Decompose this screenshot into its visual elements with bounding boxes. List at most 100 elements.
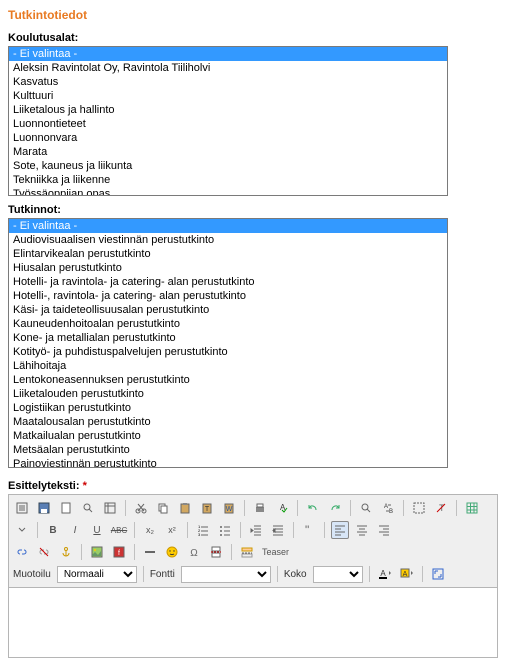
separator [297,500,298,516]
align-left-icon[interactable] [331,521,349,539]
size-select[interactable] [313,566,363,583]
paste-icon[interactable] [176,499,194,517]
remove-format-icon[interactable]: T [432,499,450,517]
special-char-icon[interactable]: Ω [185,543,203,561]
hr-icon[interactable] [141,543,159,561]
section-title: Tutkintotiedot [8,8,506,22]
italic-button[interactable]: I [66,521,84,539]
separator [81,544,82,560]
chevron-down-icon[interactable] [13,521,31,539]
svg-text:A: A [402,571,407,578]
paste-word-icon[interactable]: W [220,499,238,517]
source-icon[interactable] [13,499,31,517]
font-select[interactable] [181,566,271,583]
quote-icon[interactable]: " [300,521,318,539]
select-all-icon[interactable] [410,499,428,517]
numbered-list-icon[interactable]: 123 [194,521,212,539]
list-item[interactable]: Liiketalous ja hallinto [9,103,447,117]
list-item[interactable]: Aleksin Ravintolat Oy, Ravintola Tiiliho… [9,61,447,75]
save-icon[interactable] [35,499,53,517]
list-item[interactable]: Liiketalouden perustutkinto [9,387,447,401]
list-item[interactable]: Metsäalan perustutkinto [9,443,447,457]
smiley-icon[interactable] [163,543,181,561]
align-center-icon[interactable] [353,521,371,539]
superscript-button[interactable]: x² [163,521,181,539]
list-item[interactable]: Kauneudenhoitoalan perustutkinto [9,317,447,331]
editor-body[interactable] [8,588,498,658]
separator [350,500,351,516]
list-item[interactable]: Sote, kauneus ja liikunta [9,159,447,173]
find-icon[interactable] [357,499,375,517]
unlink-icon[interactable] [35,543,53,561]
list-item[interactable]: Matkailualan perustutkinto [9,429,447,443]
outdent-icon[interactable] [247,521,265,539]
list-item[interactable]: Painoviestinnän perustutkinto [9,457,447,468]
separator [134,544,135,560]
preview-icon[interactable] [79,499,97,517]
undo-icon[interactable] [304,499,322,517]
list-item[interactable]: Käsi- ja taideteollisuusalan perustutkin… [9,303,447,317]
esittely-label: Esittelyteksti: * [8,480,498,492]
subscript-button[interactable]: x₂ [141,521,159,539]
list-item[interactable]: Kulttuuri [9,89,447,103]
templates-icon[interactable] [101,499,119,517]
separator [422,566,423,582]
separator [37,522,38,538]
replace-icon[interactable]: AB [379,499,397,517]
anchor-icon[interactable] [57,543,75,561]
redo-icon[interactable] [326,499,344,517]
list-item[interactable]: Työssäoppijan opas [9,187,447,196]
separator [125,500,126,516]
list-item[interactable]: Maatalousalan perustutkinto [9,415,447,429]
flash-icon[interactable]: f [110,543,128,561]
font-label: Fontti [150,569,175,580]
list-item[interactable]: Logistiikan perustutkinto [9,401,447,415]
list-item[interactable]: Lentokoneasennuksen perustutkinto [9,373,447,387]
tutkinnot-label: Tutkinnot: [8,204,506,216]
strike-button[interactable]: ABC [110,521,128,539]
list-item[interactable]: Luonnonvara [9,131,447,145]
list-item[interactable]: Hiusalan perustutkinto [9,261,447,275]
list-item[interactable]: Tekniikka ja liikenne [9,173,447,187]
text-color-icon[interactable]: A [376,565,394,583]
align-right-icon[interactable] [375,521,393,539]
page-break-icon[interactable] [207,543,225,561]
koulutusalat-listbox[interactable]: - Ei valintaa -Aleksin Ravintolat Oy, Ra… [8,46,448,196]
list-item[interactable]: Hotelli- ja ravintola- ja catering- alan… [9,275,447,289]
image-icon[interactable] [88,543,106,561]
tutkinnot-listbox[interactable]: - Ei valintaa -Audiovisuaalisen viestinn… [8,218,448,468]
print-icon[interactable] [251,499,269,517]
table-icon[interactable] [463,499,481,517]
cut-icon[interactable] [132,499,150,517]
link-icon[interactable] [13,543,31,561]
bullet-list-icon[interactable] [216,521,234,539]
separator [134,522,135,538]
list-item[interactable]: Audiovisuaalisen viestinnän perustutkint… [9,233,447,247]
format-select[interactable]: Normaali [57,566,137,583]
list-item[interactable]: Luonnontieteet [9,117,447,131]
new-page-icon[interactable] [57,499,75,517]
esittely-label-text: Esittelyteksti: [8,480,80,492]
separator [403,500,404,516]
list-item[interactable]: Lähihoitaja [9,359,447,373]
list-item[interactable]: Kone- ja metallialan perustutkinto [9,331,447,345]
list-item[interactable]: Kotityö- ja puhdistuspalvelujen perustut… [9,345,447,359]
list-item[interactable]: - Ei valintaa - [9,219,447,233]
list-item[interactable]: Hotelli-, ravintola- ja catering- alan p… [9,289,447,303]
list-item[interactable]: Marata [9,145,447,159]
copy-icon[interactable] [154,499,172,517]
indent-icon[interactable] [269,521,287,539]
bg-color-icon[interactable]: A [398,565,416,583]
paste-text-icon[interactable]: T [198,499,216,517]
svg-text:A: A [380,569,386,578]
format-label: Muotoilu [13,569,51,580]
maximize-icon[interactable] [429,565,447,583]
list-item[interactable]: Kasvatus [9,75,447,89]
underline-button[interactable]: U [88,521,106,539]
list-item[interactable]: Elintarvikealan perustutkinto [9,247,447,261]
teaser-label: Teaser [260,545,291,559]
list-item[interactable]: - Ei valintaa - [9,47,447,61]
bold-button[interactable]: B [44,521,62,539]
spellcheck-icon[interactable]: A [273,499,291,517]
teaser-icon[interactable] [238,543,256,561]
